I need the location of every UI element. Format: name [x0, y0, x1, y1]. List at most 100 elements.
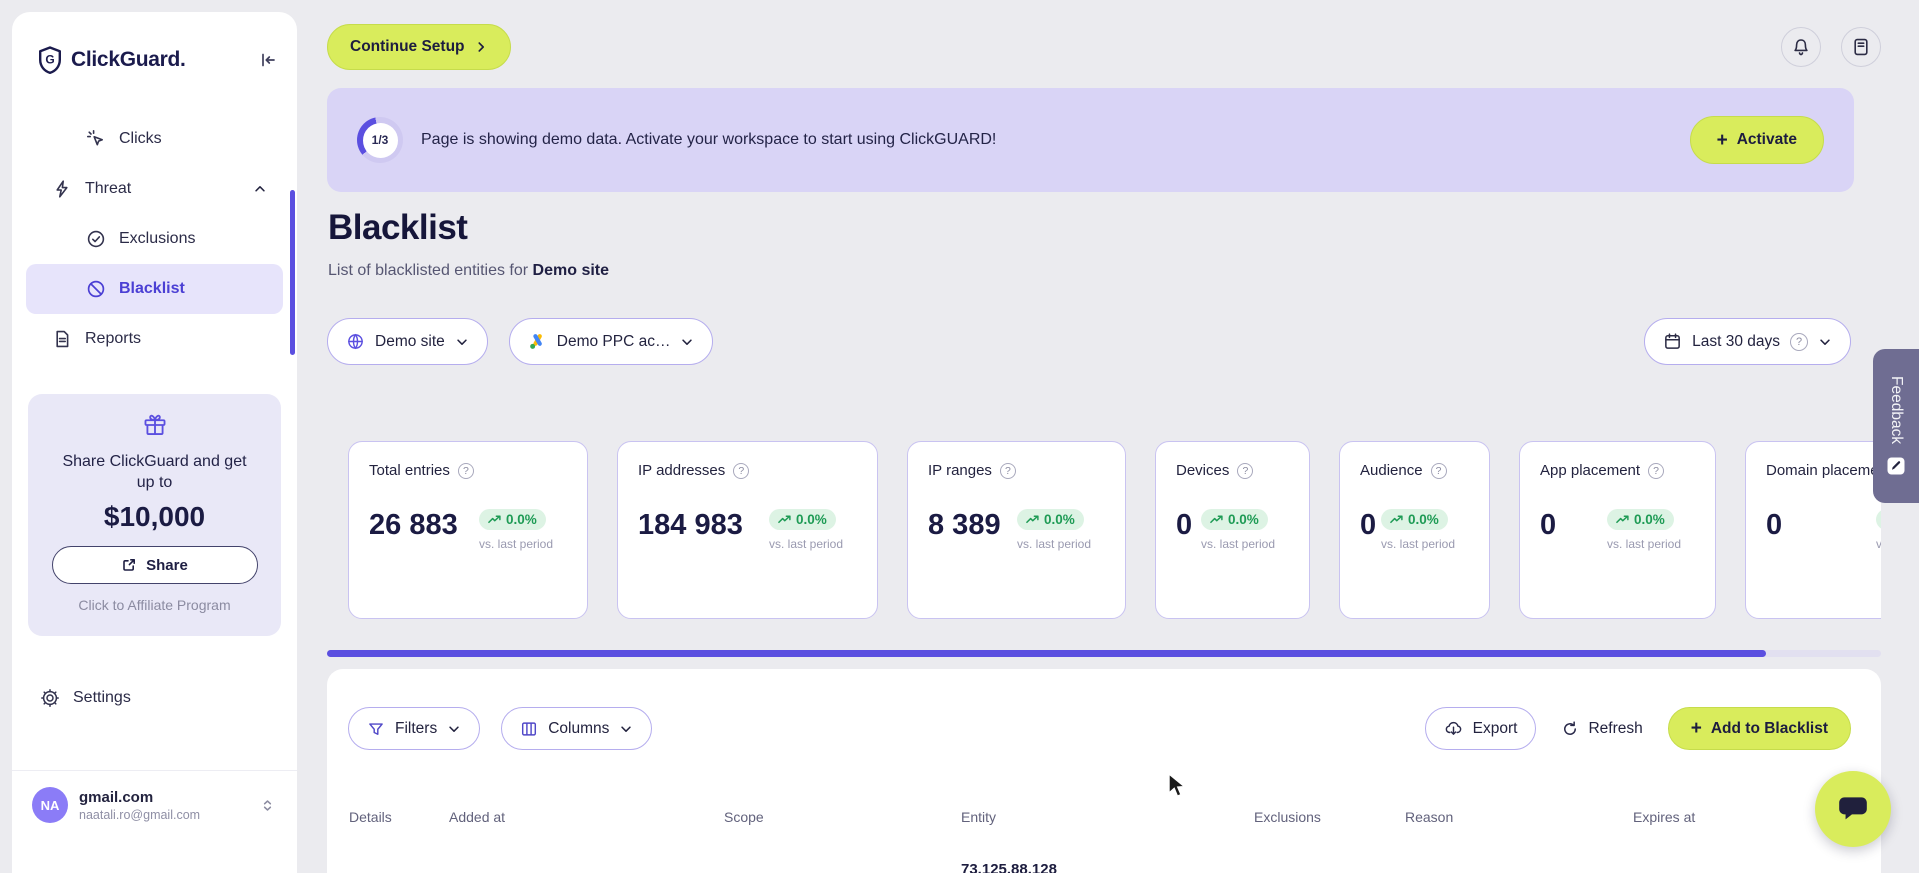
sidebar-item-settings[interactable]: Settings	[40, 688, 131, 708]
cards-scrollbar-track[interactable]	[327, 650, 1881, 657]
setup-progress-ring: 1/3	[357, 117, 403, 163]
globe-icon	[346, 332, 365, 351]
user-email: naatali.ro@gmail.com	[79, 807, 201, 822]
trend-badge: 0.0%	[1607, 509, 1674, 530]
stat-value: 0	[1176, 509, 1193, 541]
expand-account-icon	[260, 797, 275, 814]
ban-icon	[86, 279, 106, 299]
feedback-tab[interactable]: Feedback	[1873, 349, 1919, 503]
collapse-sidebar-icon[interactable]	[259, 51, 277, 69]
stat-label: Domain placement	[1766, 462, 1881, 479]
trend-badge: 0.0%	[1017, 509, 1084, 530]
column-header-reason: Reason	[1405, 809, 1454, 825]
info-icon[interactable]: ?	[999, 462, 1016, 479]
stat-card-audience: Audience? 0 0.0% vs. last period	[1339, 441, 1490, 619]
feedback-pencil-icon	[1886, 456, 1906, 476]
sidebar-scrollbar-thumb[interactable]	[290, 190, 295, 355]
stat-card-app-placement: App placement? 0 0.0% vs. last period	[1519, 441, 1716, 619]
nav-label: Threat	[85, 180, 132, 197]
chat-widget-button[interactable]	[1815, 771, 1891, 847]
export-button[interactable]: Export	[1424, 707, 1537, 750]
refresh-label: Refresh	[1588, 719, 1643, 737]
help-icon[interactable]: ?	[1790, 332, 1808, 351]
sidebar-item-blacklist[interactable]: Blacklist	[26, 264, 283, 314]
info-icon[interactable]: ?	[1648, 462, 1665, 479]
export-label: Export	[1472, 719, 1518, 737]
trend-badge: 0.0%	[1201, 509, 1268, 530]
refresh-button[interactable]: Refresh	[1561, 719, 1643, 738]
cell-reason	[1405, 861, 1633, 873]
stat-value: 0	[1766, 509, 1783, 541]
filters-button[interactable]: Filters	[348, 707, 481, 750]
sidebar-item-clicks[interactable]: Clicks	[26, 114, 283, 164]
site-selector[interactable]: Demo site	[327, 318, 488, 365]
trend-up-icon	[1210, 515, 1223, 524]
activate-button[interactable]: + Activate	[1689, 116, 1824, 164]
app-title: ClickGuard.	[71, 48, 186, 71]
promo-amount: $10,000	[103, 501, 206, 533]
funnel-icon	[367, 720, 385, 738]
sidebar-item-exclusions[interactable]: Exclusions	[26, 214, 283, 264]
notifications-button[interactable]	[1781, 27, 1821, 67]
sidebar-nav: Clicks Threat Exclusions Blacklist Repor…	[26, 114, 283, 364]
table-toolbar: Filters Columns Export Refresh + Add to …	[348, 707, 1851, 750]
avatar: NA	[32, 787, 68, 823]
info-icon[interactable]: ?	[1430, 462, 1447, 479]
date-range-selector[interactable]: Last 30 days ?	[1644, 318, 1851, 365]
stat-label: IP ranges	[928, 462, 992, 479]
stat-value: 0	[1540, 509, 1557, 541]
stat-card-ip-ranges: IP ranges? 8 389 0.0% vs. last period	[907, 441, 1126, 619]
guide-button[interactable]	[1841, 27, 1881, 67]
trend-up-icon	[488, 515, 501, 524]
page-subtitle: List of blacklisted entities for Demo si…	[328, 262, 609, 280]
feedback-label: Feedback	[1888, 375, 1905, 445]
info-icon[interactable]: ?	[733, 462, 750, 479]
continue-setup-button[interactable]: Continue Setup	[327, 24, 511, 70]
vs-period-label: vs. last period	[479, 537, 554, 551]
stat-value: 184 983	[638, 509, 743, 541]
affiliate-promo-card: Share ClickGuard and get up to $10,000 S…	[28, 394, 281, 636]
trend-badge: 0.0%	[1381, 509, 1448, 530]
trend-badge: 0.0%	[1876, 509, 1881, 530]
cards-scrollbar-thumb[interactable]	[327, 650, 1766, 657]
stat-value: 0	[1360, 509, 1377, 541]
share-label: Share	[146, 556, 188, 574]
vs-period-label: vs. last period	[769, 537, 844, 551]
add-to-blacklist-label: Add to Blacklist	[1710, 719, 1828, 737]
stat-value: 8 389	[928, 509, 1001, 541]
add-to-blacklist-button[interactable]: + Add to Blacklist	[1667, 707, 1851, 750]
info-icon[interactable]: ?	[1237, 462, 1254, 479]
stat-value: 26 883	[369, 509, 458, 541]
cell-scope	[724, 861, 961, 873]
sidebar: G ClickGuard. Clicks Threat Exclusions B…	[12, 12, 297, 873]
sidebar-item-reports[interactable]: Reports	[26, 314, 283, 364]
guide-book-icon	[1851, 37, 1871, 57]
sidebar-item-threat[interactable]: Threat	[26, 164, 283, 214]
cloud-download-icon	[1444, 719, 1463, 738]
stat-card-devices: Devices? 0 0.0% vs. last period	[1155, 441, 1310, 619]
external-link-icon	[121, 557, 137, 573]
cell-added-at	[449, 861, 724, 873]
ppc-account-selector[interactable]: Demo PPC ac…	[508, 318, 714, 365]
continue-setup-label: Continue Setup	[350, 38, 465, 55]
nav-label: Blacklist	[119, 280, 185, 297]
cell-exclusions	[1254, 861, 1405, 873]
chevron-up-icon	[253, 182, 267, 196]
demo-data-banner: 1/3 Page is showing demo data. Activate …	[327, 88, 1854, 192]
share-button[interactable]: Share	[51, 546, 258, 585]
activate-label: Activate	[1736, 131, 1797, 148]
settings-label: Settings	[73, 689, 131, 706]
info-icon[interactable]: ?	[457, 462, 474, 479]
toolbar-right: Export Refresh + Add to Blacklist	[1424, 707, 1851, 750]
trend-badge: 0.0%	[479, 509, 546, 530]
stat-label: Audience	[1360, 462, 1423, 479]
chevron-down-icon	[447, 722, 461, 736]
google-ads-icon	[528, 332, 547, 351]
table-row[interactable]: 73.125.88.128	[349, 861, 1881, 873]
column-header-entity: Entity	[961, 809, 997, 825]
columns-button[interactable]: Columns	[501, 707, 653, 750]
affiliate-link[interactable]: Click to Affiliate Program	[28, 597, 281, 613]
trend-up-icon	[1026, 515, 1039, 524]
account-switcher[interactable]: NA gmail.com naatali.ro@gmail.com	[12, 770, 297, 823]
filter-row: Demo site Demo PPC ac… Last 30 days ?	[327, 318, 1851, 365]
